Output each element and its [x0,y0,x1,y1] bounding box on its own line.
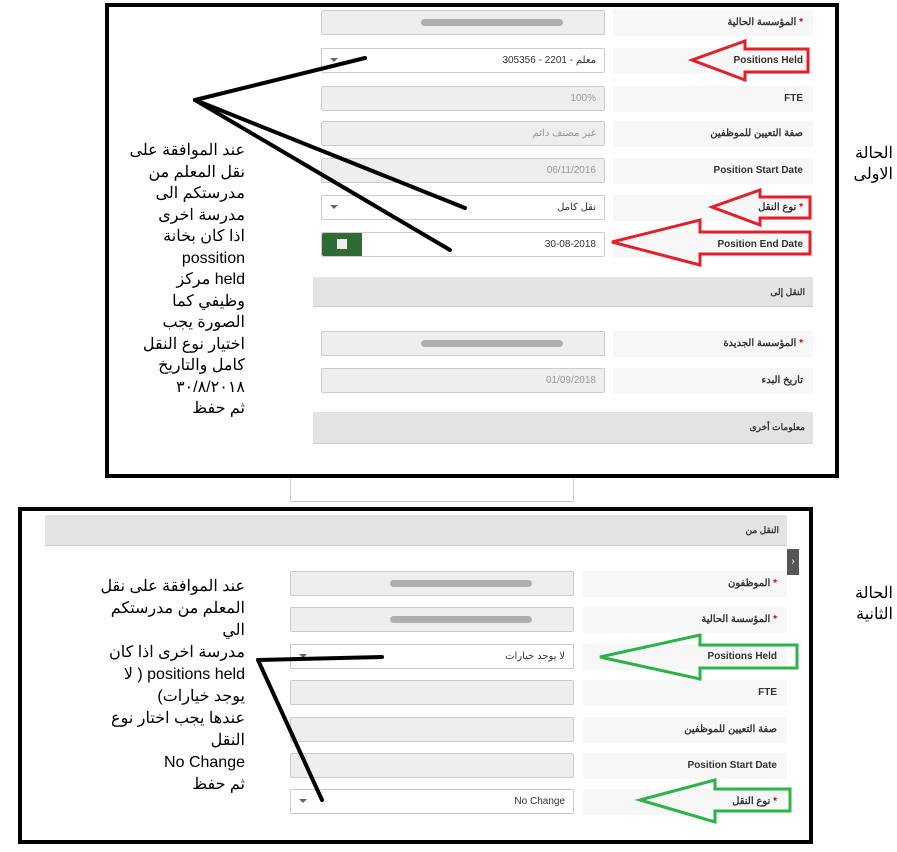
red-arrow [707,187,812,228]
annotation-overlay [193,38,812,825]
pointer-line [256,655,384,662]
green-arrow [599,633,799,681]
red-arrow [687,38,810,83]
green-arrow [634,778,792,825]
pointer-line [256,658,324,802]
pointer-line [193,98,467,210]
pointer-line [193,56,367,102]
pointer-line [193,98,452,252]
red-arrow [611,218,812,267]
